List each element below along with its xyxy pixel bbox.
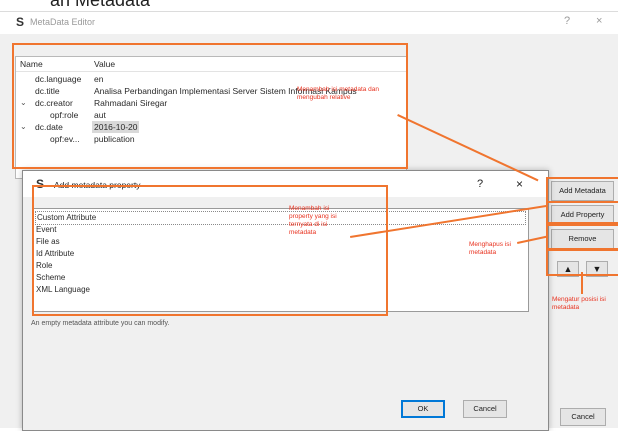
dialog-help-button[interactable]: ? [477, 178, 483, 190]
annotation-arrow [581, 272, 583, 294]
ok-button[interactable]: OK [401, 400, 445, 418]
annotation-box-add-property [546, 201, 618, 224]
annotation-text-list: Menambah isi property yang isi ternyata … [289, 205, 337, 236]
sigil-app-icon: S [16, 15, 25, 29]
dialog-close-button[interactable]: × [516, 177, 523, 191]
annotation-box-remove [546, 224, 618, 250]
annotation-text-remove: Menghapus isi metadata [469, 241, 511, 256]
annotation-text-move: Mengatur posisi isi metadata [552, 296, 606, 311]
window-title: MetaData Editor [30, 17, 96, 27]
item-description: An empty metadata attribute you can modi… [31, 320, 170, 327]
caption-text: an Metadata [50, 0, 151, 10]
annotation-text-tree: Menambah isi metadata dan mengubah relat… [297, 86, 380, 101]
window-titlebar: S MetaData Editor ? × [0, 12, 618, 34]
close-button[interactable]: × [596, 15, 602, 27]
cancel-button[interactable]: Cancel [560, 408, 606, 426]
dialog-cancel-button[interactable]: Cancel [463, 400, 507, 418]
annotation-box-tree [12, 43, 408, 169]
annotation-box-add-metadata [546, 177, 618, 203]
help-button[interactable]: ? [564, 15, 570, 27]
